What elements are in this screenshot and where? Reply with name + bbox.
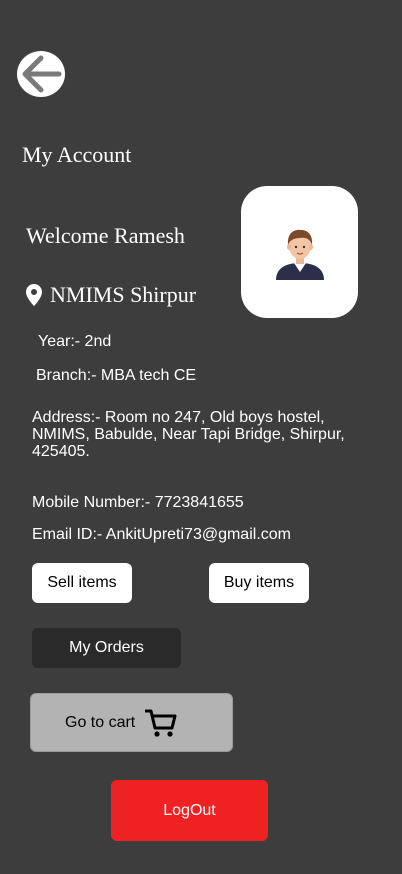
buy-items-button[interactable]: Buy items [209, 563, 309, 603]
mobile-text: Mobile Number:- 7723841655 [32, 494, 244, 511]
my-orders-button[interactable]: My Orders [32, 628, 181, 668]
back-button[interactable] [17, 51, 65, 97]
sell-items-button[interactable]: Sell items [32, 563, 132, 603]
address-text: Address:- Room no 247, Old boys hostel, … [32, 409, 345, 460]
email-text: Email ID:- AnkitUpreti73@gmail.com [32, 526, 291, 543]
go-to-cart-label: Go to cart [65, 713, 136, 731]
avatar [241, 186, 358, 318]
location-pin-icon [26, 284, 42, 306]
go-to-cart-button[interactable]: Go to cart [30, 693, 233, 752]
branch-text: Branch:- MBA tech CE [36, 367, 197, 384]
location-row: NMIMS Shirpur [26, 282, 196, 308]
location-label: NMIMS Shirpur [50, 282, 197, 307]
page-title: My Account [22, 142, 132, 167]
shopping-cart-icon [145, 709, 177, 737]
user-avatar-icon [275, 229, 324, 280]
arrow-left-icon [22, 55, 62, 93]
logout-button[interactable]: LogOut [111, 780, 268, 841]
year-text: Year:- 2nd [38, 333, 112, 350]
welcome-text: Welcome Ramesh [26, 223, 185, 248]
